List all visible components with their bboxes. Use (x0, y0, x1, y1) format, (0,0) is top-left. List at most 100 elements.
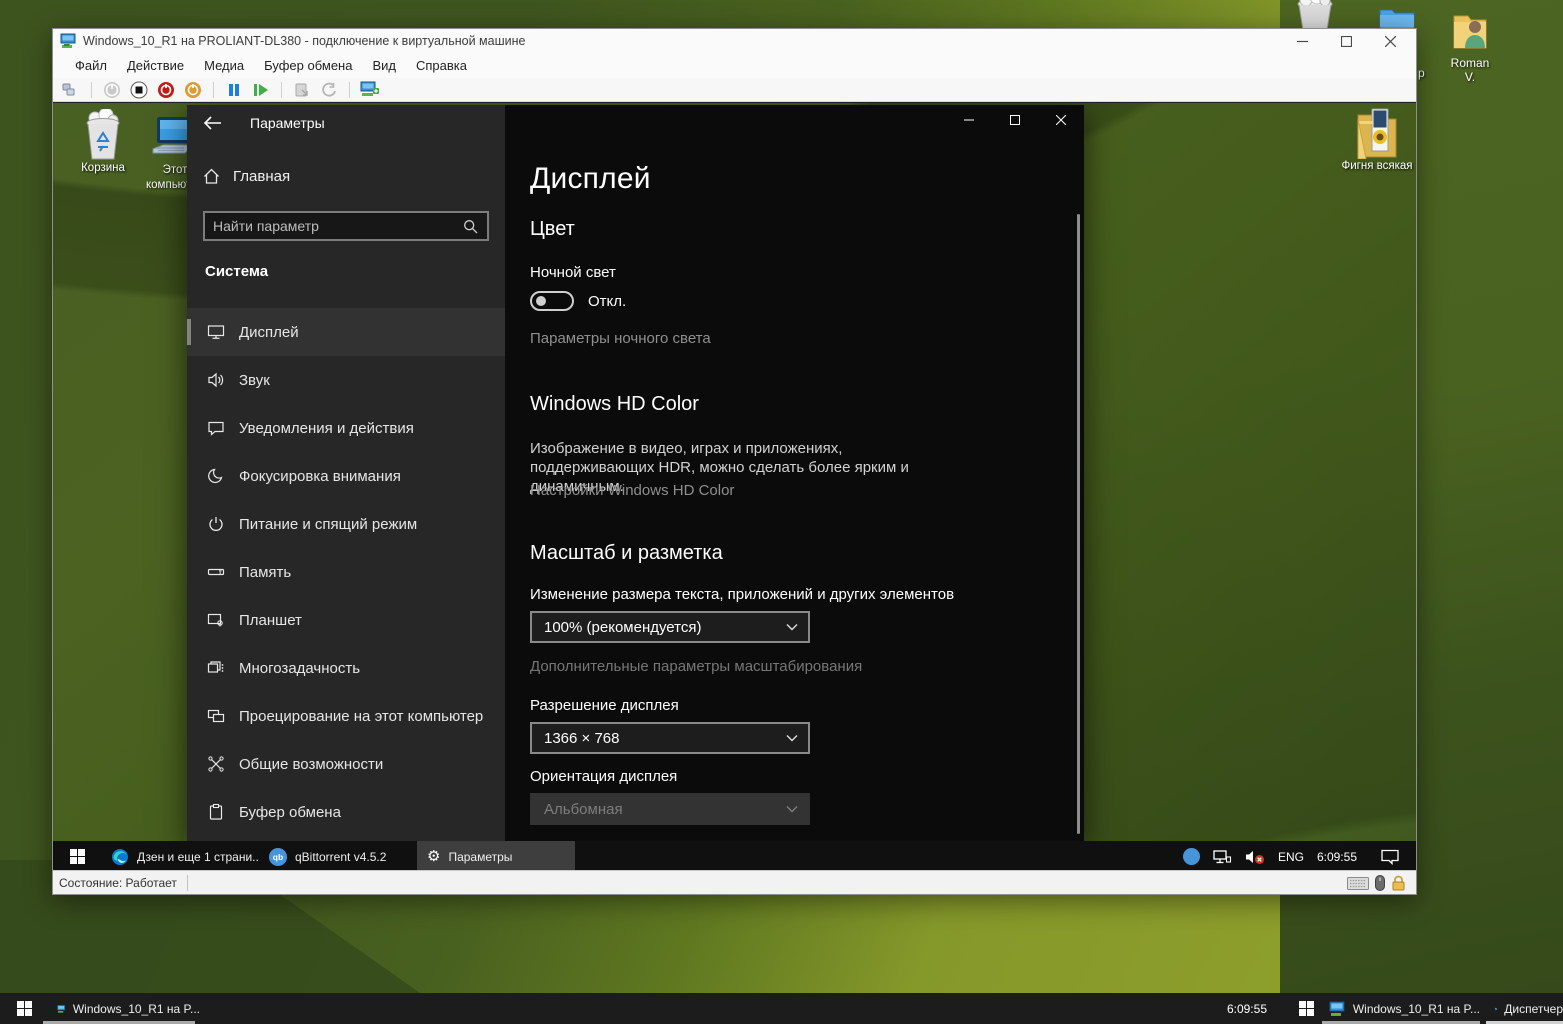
sidebar-item-clipboard[interactable]: Буфер обмена (187, 788, 505, 836)
resume-vm-button[interactable] (251, 80, 271, 100)
hdr-settings-link[interactable]: Настройки Windows HD Color (530, 482, 734, 499)
sidebar-item-power-sleep[interactable]: Питание и спящий режим (187, 500, 505, 548)
language-indicator[interactable]: ENG (1278, 850, 1304, 864)
action-center-icon[interactable] (1380, 848, 1400, 865)
lock-status-icon (1391, 875, 1406, 891)
settings-home-item[interactable]: Главная (203, 168, 290, 185)
sidebar-item-focus-assist[interactable]: Фокусировка внимания (187, 452, 505, 500)
resolution-dropdown[interactable]: 1366 × 768 (530, 722, 810, 754)
host-taskbar: Windows_10_R1 на P... 6:09:55 Windows_10… (0, 993, 1563, 1024)
pause-vm-button[interactable] (224, 80, 244, 100)
host-start-button[interactable] (0, 993, 48, 1024)
network-tray-icon[interactable] (1213, 849, 1232, 865)
sidebar-item-storage[interactable]: Память (187, 548, 505, 596)
menu-view[interactable]: Вид (362, 54, 406, 77)
orientation-label: Ориентация дисплея (530, 768, 677, 785)
sidebar-item-shared-experiences[interactable]: Общие возможности (187, 740, 505, 788)
clipboard-icon (207, 803, 225, 821)
qbittorrent-tray-icon[interactable] (1183, 848, 1200, 865)
host-task-taskmanager[interactable]: Диспетчер (1486, 993, 1563, 1024)
host-user-folder-icon[interactable]: Roman V. (1444, 10, 1496, 84)
guest-task-settings[interactable]: ⚙ Параметры (417, 841, 575, 872)
search-input[interactable] (205, 218, 463, 234)
menu-clipboard[interactable]: Буфер обмена (254, 54, 362, 77)
vm-close-button[interactable] (1368, 29, 1412, 53)
vm-task-icon (1329, 1001, 1346, 1017)
guest-this-pc-label-line1: Этот (163, 164, 188, 176)
host-clock[interactable]: 6:09:55 (1205, 993, 1267, 1024)
save-vm-state-button[interactable] (183, 80, 203, 100)
gear-icon: ⚙ (427, 849, 440, 864)
hdr-section-header: Windows HD Color (530, 393, 699, 416)
sidebar-item-display[interactable]: Дисплей (187, 308, 505, 356)
guest-task-qbittorrent[interactable]: qb qBittorrent v4.5.2 (259, 841, 417, 872)
host-task-vmconnect-monitor2[interactable]: Windows_10_R1 на P... (1320, 993, 1480, 1024)
vm-toolbar (53, 78, 1416, 102)
vm-connection-window: Windows_10_R1 на PROLIANT-DL380 - подклю… (52, 28, 1417, 895)
edge-icon (111, 848, 129, 866)
notifications-icon (207, 419, 225, 437)
search-icon[interactable] (463, 219, 487, 234)
sidebar-item-notifications[interactable]: Уведомления и действия (187, 404, 505, 452)
hidden-icon-label-fragment: р (1418, 66, 1425, 80)
guest-task-edge[interactable]: Дзен и еще 1 страни... (101, 841, 259, 872)
vm-menu-bar: Файл Действие Медиа Буфер обмена Вид Спр… (53, 53, 1416, 78)
guest-clock[interactable]: 6:09:55 (1317, 850, 1357, 864)
desktop: Roman V. р Windows_10_R1 на PROLIANT-DL3… (0, 0, 1563, 1024)
settings-scrollbar[interactable] (1077, 214, 1080, 834)
vm-title-bar[interactable]: Windows_10_R1 на PROLIANT-DL380 - подклю… (53, 29, 1416, 53)
night-light-settings-link[interactable]: Параметры ночного света (530, 330, 711, 347)
vm-status-text: Состояние: Работает (53, 876, 187, 890)
scale-section-header: Масштаб и разметка (530, 542, 723, 565)
checkpoint-button-disabled (292, 80, 312, 100)
projecting-icon (207, 707, 225, 725)
chevron-down-icon (786, 805, 798, 813)
guest-system-tray: ENG 6:09:55 (1183, 841, 1416, 872)
sidebar-item-projecting[interactable]: Проецирование на этот компьютер (187, 692, 505, 740)
sidebar-item-multitasking[interactable]: Многозадачность (187, 644, 505, 692)
settings-search-box[interactable] (203, 211, 489, 241)
guest-taskbar: Дзен и еще 1 страни... qb qBittorrent v4… (53, 841, 1416, 872)
volume-muted-icon[interactable] (1245, 849, 1265, 865)
guest-task-label: Параметры (448, 850, 512, 864)
turn-off-vm-button[interactable] (129, 80, 149, 100)
sidebar-item-sound[interactable]: Звук (187, 356, 505, 404)
menu-file[interactable]: Файл (65, 54, 117, 77)
vm-minimize-button[interactable] (1280, 29, 1324, 53)
menu-help[interactable]: Справка (406, 54, 477, 77)
orientation-dropdown: Альбомная (530, 793, 810, 825)
host-task-vmconnect[interactable]: Windows_10_R1 на P... (48, 993, 200, 1024)
guest-task-label: Дзен и еще 1 страни... (137, 850, 259, 864)
vm-maximize-button[interactable] (1324, 29, 1368, 53)
settings-maximize-button[interactable] (992, 105, 1038, 135)
back-icon[interactable] (203, 115, 222, 131)
night-light-toggle[interactable] (530, 291, 574, 311)
qbittorrent-icon: qb (269, 848, 287, 866)
settings-close-button[interactable] (1038, 105, 1084, 135)
resolution-label: Разрешение дисплея (530, 697, 679, 714)
guest-start-button[interactable] (53, 841, 101, 872)
task-manager-icon (1495, 1001, 1497, 1017)
settings-home-label: Главная (233, 168, 290, 185)
menu-action[interactable]: Действие (117, 54, 194, 77)
host-blue-folder-icon[interactable] (1378, 6, 1418, 30)
advanced-scaling-link[interactable]: Дополнительные параметры масштабирования (530, 658, 862, 675)
ctrl-alt-del-button[interactable] (61, 80, 81, 100)
enhanced-session-button[interactable] (360, 80, 380, 100)
settings-window: Параметры Главная Система (187, 105, 1084, 842)
multitasking-icon (207, 659, 225, 677)
shared-experiences-icon (207, 755, 225, 773)
page-title: Дисплей (530, 162, 651, 196)
host-user-folder-label: Roman V. (1444, 56, 1496, 84)
shut-down-vm-button[interactable] (156, 80, 176, 100)
guest-task-label: qBittorrent v4.5.2 (295, 850, 386, 864)
windows-logo-icon (1299, 1001, 1314, 1016)
settings-minimize-button[interactable] (946, 105, 992, 135)
guest-recycle-bin-icon[interactable]: Корзина (65, 109, 141, 176)
sidebar-item-tablet[interactable]: Планшет (187, 596, 505, 644)
guest-junk-folder-icon[interactable]: Фигня всякая (1339, 107, 1415, 174)
menu-media[interactable]: Медиа (194, 54, 254, 77)
night-light-label: Ночной свет (530, 264, 616, 281)
scale-label: Изменение размера текста, приложений и д… (530, 586, 954, 603)
scale-dropdown[interactable]: 100% (рекомендуется) (530, 611, 810, 643)
